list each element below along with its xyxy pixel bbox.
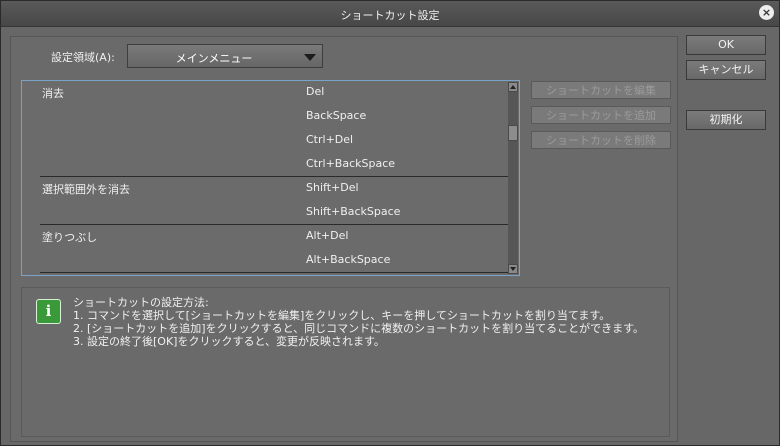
list-item-shortcut[interactable]: Shift+BackSpace xyxy=(306,205,400,218)
list-item-command[interactable]: 選択範囲外を消去 xyxy=(42,181,130,197)
row-divider xyxy=(40,176,508,177)
help-line: 2. [ショートカットを追加]をクリックすると、同じコマンドに複数のショートカッ… xyxy=(73,322,645,335)
area-dropdown-value: メインメニュー xyxy=(175,52,253,65)
ok-button[interactable]: OK xyxy=(686,35,766,55)
shortcut-settings-dialog: ショートカット設定 × 設定領域(A): メインメニュー 消去 Del Back… xyxy=(0,0,780,446)
scroll-down-button[interactable] xyxy=(508,264,518,274)
help-line: 3. 設定の終了後[OK]をクリックすると、変更が反映されます。 xyxy=(73,335,385,348)
delete-shortcut-button[interactable]: ショートカットを削除 xyxy=(531,131,671,149)
arrow-down-icon xyxy=(510,267,516,271)
cancel-button[interactable]: キャンセル xyxy=(686,60,766,80)
list-item-shortcut[interactable]: Del xyxy=(306,85,324,98)
list-item-shortcut[interactable]: Alt+BackSpace xyxy=(306,253,390,266)
title-bar[interactable]: ショートカット設定 × xyxy=(1,1,779,27)
arrow-up-icon xyxy=(510,85,516,89)
help-heading: ショートカットの設定方法: xyxy=(73,296,209,309)
list-item-command[interactable]: 消去 xyxy=(42,85,64,101)
list-scrollbar[interactable] xyxy=(508,82,518,274)
add-shortcut-button[interactable]: ショートカットを追加 xyxy=(531,106,671,124)
close-icon[interactable]: × xyxy=(759,5,774,20)
help-panel: i ショートカットの設定方法: 1. コマンドを選択して[ショートカットを編集]… xyxy=(21,287,670,437)
help-text: ショートカットの設定方法: 1. コマンドを選択して[ショートカットを編集]をク… xyxy=(73,296,644,348)
info-icon: i xyxy=(36,299,61,324)
list-item-shortcut[interactable]: Ctrl+Del xyxy=(306,133,353,146)
row-divider xyxy=(40,272,508,273)
shortcut-list[interactable]: 消去 Del BackSpace Ctrl+Del Ctrl+BackSpace… xyxy=(21,80,520,276)
area-label: 設定領域(A): xyxy=(51,51,115,64)
help-line: 1. コマンドを選択して[ショートカットを編集]をクリックし、キーを押してショー… xyxy=(73,309,611,322)
list-item-shortcut[interactable]: Shift+Del xyxy=(306,181,359,194)
list-item-shortcut[interactable]: BackSpace xyxy=(306,109,366,122)
reset-button[interactable]: 初期化 xyxy=(686,110,766,130)
scroll-thumb[interactable] xyxy=(508,125,518,141)
scroll-up-button[interactable] xyxy=(508,82,518,92)
list-item-shortcut[interactable]: Alt+Del xyxy=(306,229,348,242)
dialog-title: ショートカット設定 xyxy=(340,9,440,22)
edit-shortcut-button[interactable]: ショートカットを編集 xyxy=(531,81,671,99)
info-icon-glyph: i xyxy=(45,302,52,320)
chevron-down-icon xyxy=(304,54,316,61)
list-item-shortcut[interactable]: Ctrl+BackSpace xyxy=(306,157,395,170)
list-item-command[interactable]: 塗りつぶし xyxy=(42,229,97,245)
row-divider xyxy=(40,224,508,225)
area-dropdown[interactable]: メインメニュー xyxy=(127,44,323,68)
